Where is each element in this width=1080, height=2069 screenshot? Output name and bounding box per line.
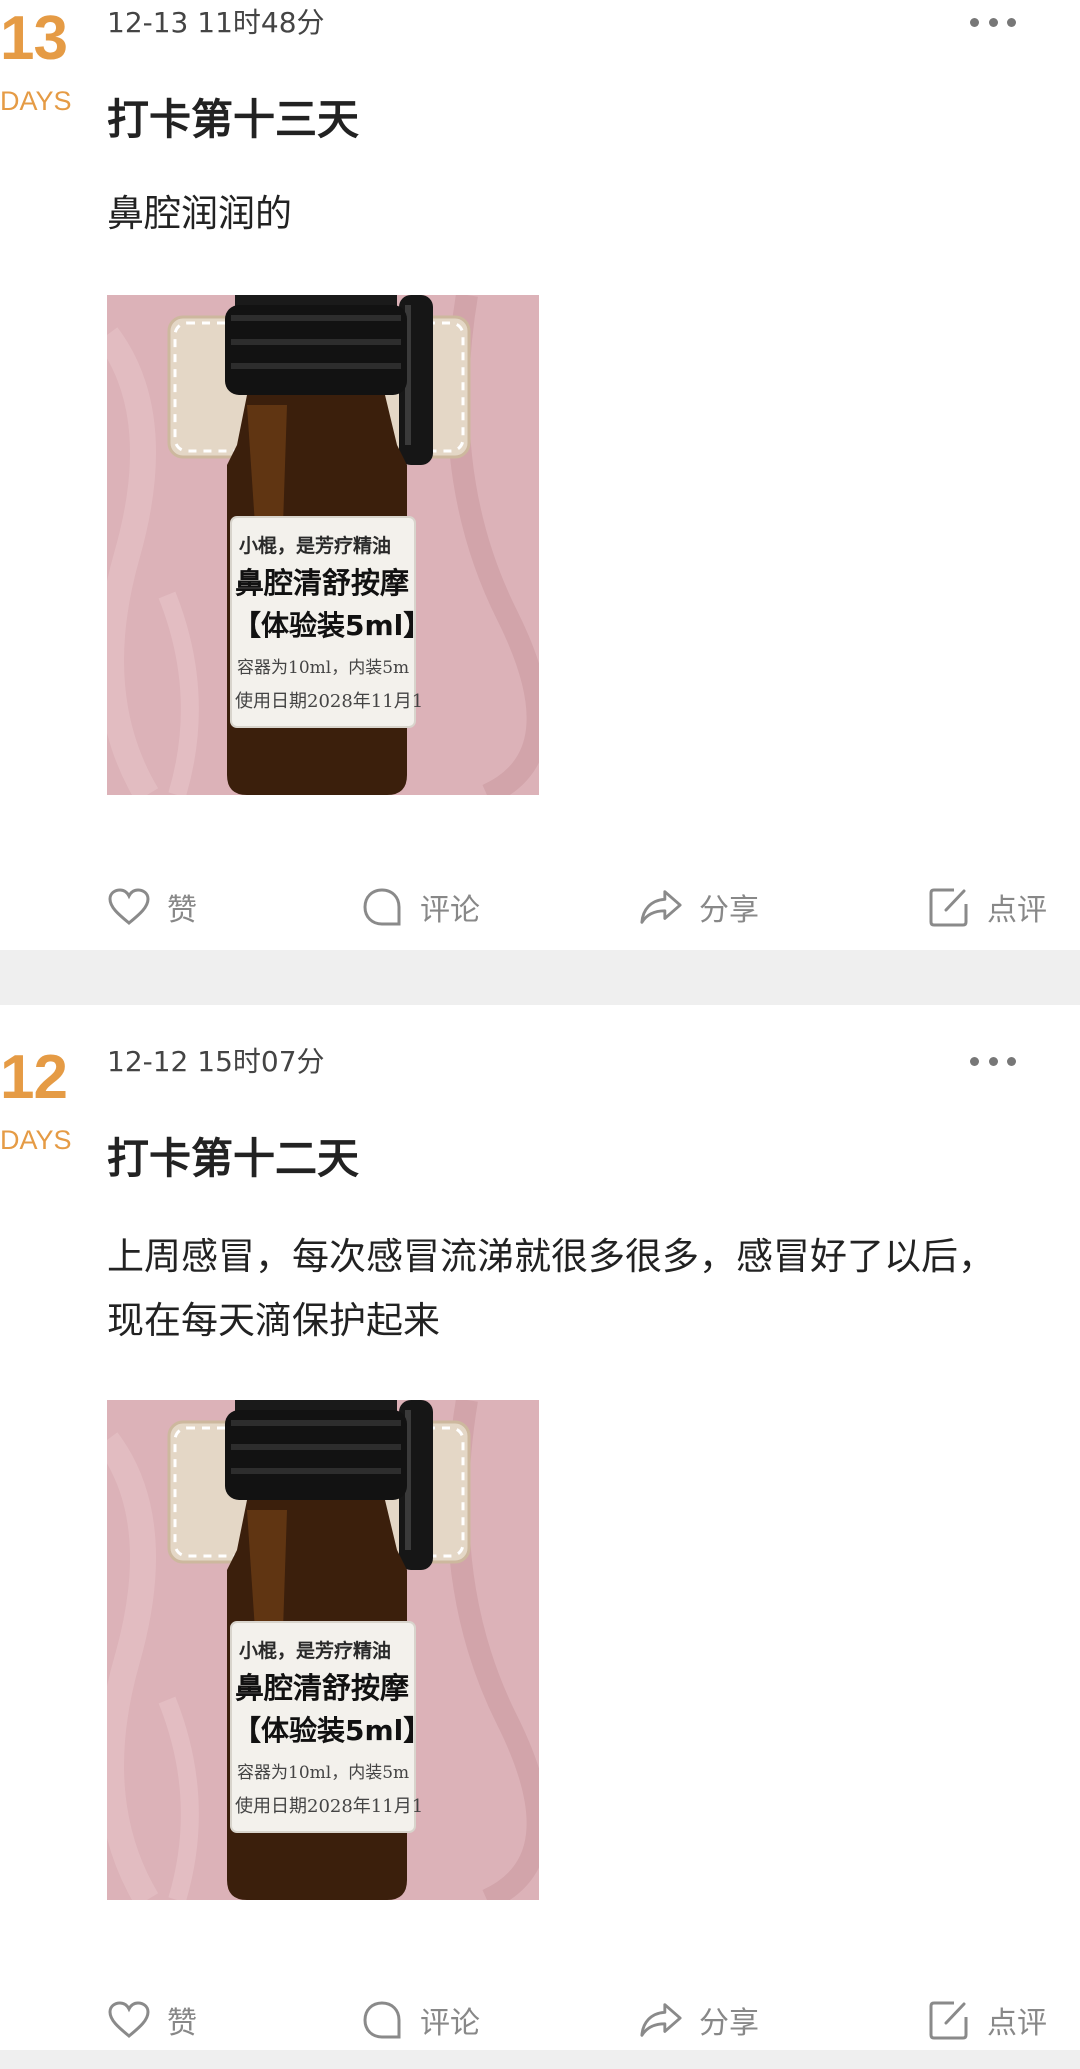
post-title: 打卡第十二天 (107, 1134, 360, 1183)
share-label: 分享 (699, 2006, 759, 2041)
photo-label-line: 【体验装5ml】 (233, 1714, 431, 1747)
comment-label: 评论 (420, 893, 480, 928)
review-button[interactable]: 点评 (927, 882, 1047, 932)
review-label: 点评 (987, 2006, 1047, 2041)
edit-note-icon (927, 885, 971, 929)
more-dots-icon[interactable] (970, 17, 1016, 27)
post-action-bar: 赞 评论 分享 点评 (107, 882, 1052, 932)
photo-label-line: 使用日期2028年11月1 (235, 1796, 423, 1817)
post-timestamp: 12-12 15时07分 (107, 1045, 325, 1078)
post-card: 12 DAYS 12-12 15时07分 打卡第十二天 上周感冒，每次感冒流涕就… (0, 1005, 1080, 2050)
day-counter: 13 (0, 4, 68, 73)
post-body: 鼻腔润润的 (107, 192, 292, 235)
post-photo[interactable]: 小棍，是芳疗精油 鼻腔清舒按摩 【体验装5ml】 容器为10ml，内装5m 使用… (107, 1400, 539, 1900)
photo-label-line: 鼻腔清舒按摩 (235, 566, 409, 600)
share-button[interactable]: 分享 (639, 882, 759, 932)
like-button[interactable]: 赞 (107, 1995, 197, 2045)
photo-label-line: 容器为10ml，内装5m (237, 658, 409, 678)
review-button[interactable]: 点评 (927, 1995, 1047, 2045)
heart-icon (107, 1998, 151, 2042)
photo-label-line: 使用日期2028年11月1 (235, 691, 423, 712)
like-label: 赞 (167, 893, 197, 928)
share-arrow-icon (639, 1998, 683, 2042)
photo-label-line: 【体验装5ml】 (233, 609, 431, 642)
photo-label-line: 小棍，是芳疗精油 (239, 534, 391, 557)
post-card: 13 DAYS 12-13 11时48分 打卡第十三天 鼻腔润润的 小棍，是芳疗… (0, 0, 1080, 950)
feed-separator (0, 950, 1080, 1005)
photo-label-line: 鼻腔清舒按摩 (235, 1671, 409, 1705)
like-button[interactable]: 赞 (107, 882, 197, 932)
post-timestamp: 12-13 11时48分 (107, 6, 325, 39)
share-label: 分享 (699, 893, 759, 928)
post-action-bar: 赞 评论 分享 点评 (107, 1995, 1052, 2045)
like-label: 赞 (167, 2006, 197, 2041)
share-button[interactable]: 分享 (639, 1995, 759, 2045)
post-body: 上周感冒，每次感冒流涕就很多很多，感冒好了以后，现在每天滴保护起来 (107, 1235, 995, 1342)
comment-bubble-icon (360, 1998, 404, 2042)
day-unit-label: DAYS (0, 86, 72, 116)
share-arrow-icon (639, 885, 683, 929)
photo-label-line: 小棍，是芳疗精油 (239, 1639, 391, 1662)
photo-label-line: 容器为10ml，内装5m (237, 1763, 409, 1783)
comment-button[interactable]: 评论 (360, 882, 480, 932)
feed-separator (0, 2050, 1080, 2069)
comment-bubble-icon (360, 885, 404, 929)
comment-label: 评论 (420, 2006, 480, 2041)
more-dots-icon[interactable] (970, 1056, 1016, 1066)
review-label: 点评 (987, 893, 1047, 928)
post-photo[interactable]: 小棍，是芳疗精油 鼻腔清舒按摩 【体验装5ml】 容器为10ml，内装5m 使用… (107, 295, 539, 795)
post-title: 打卡第十三天 (107, 95, 360, 144)
comment-button[interactable]: 评论 (360, 1995, 480, 2045)
edit-note-icon (927, 1998, 971, 2042)
heart-icon (107, 885, 151, 929)
day-unit-label: DAYS (0, 1125, 72, 1155)
day-counter: 12 (0, 1043, 68, 1112)
